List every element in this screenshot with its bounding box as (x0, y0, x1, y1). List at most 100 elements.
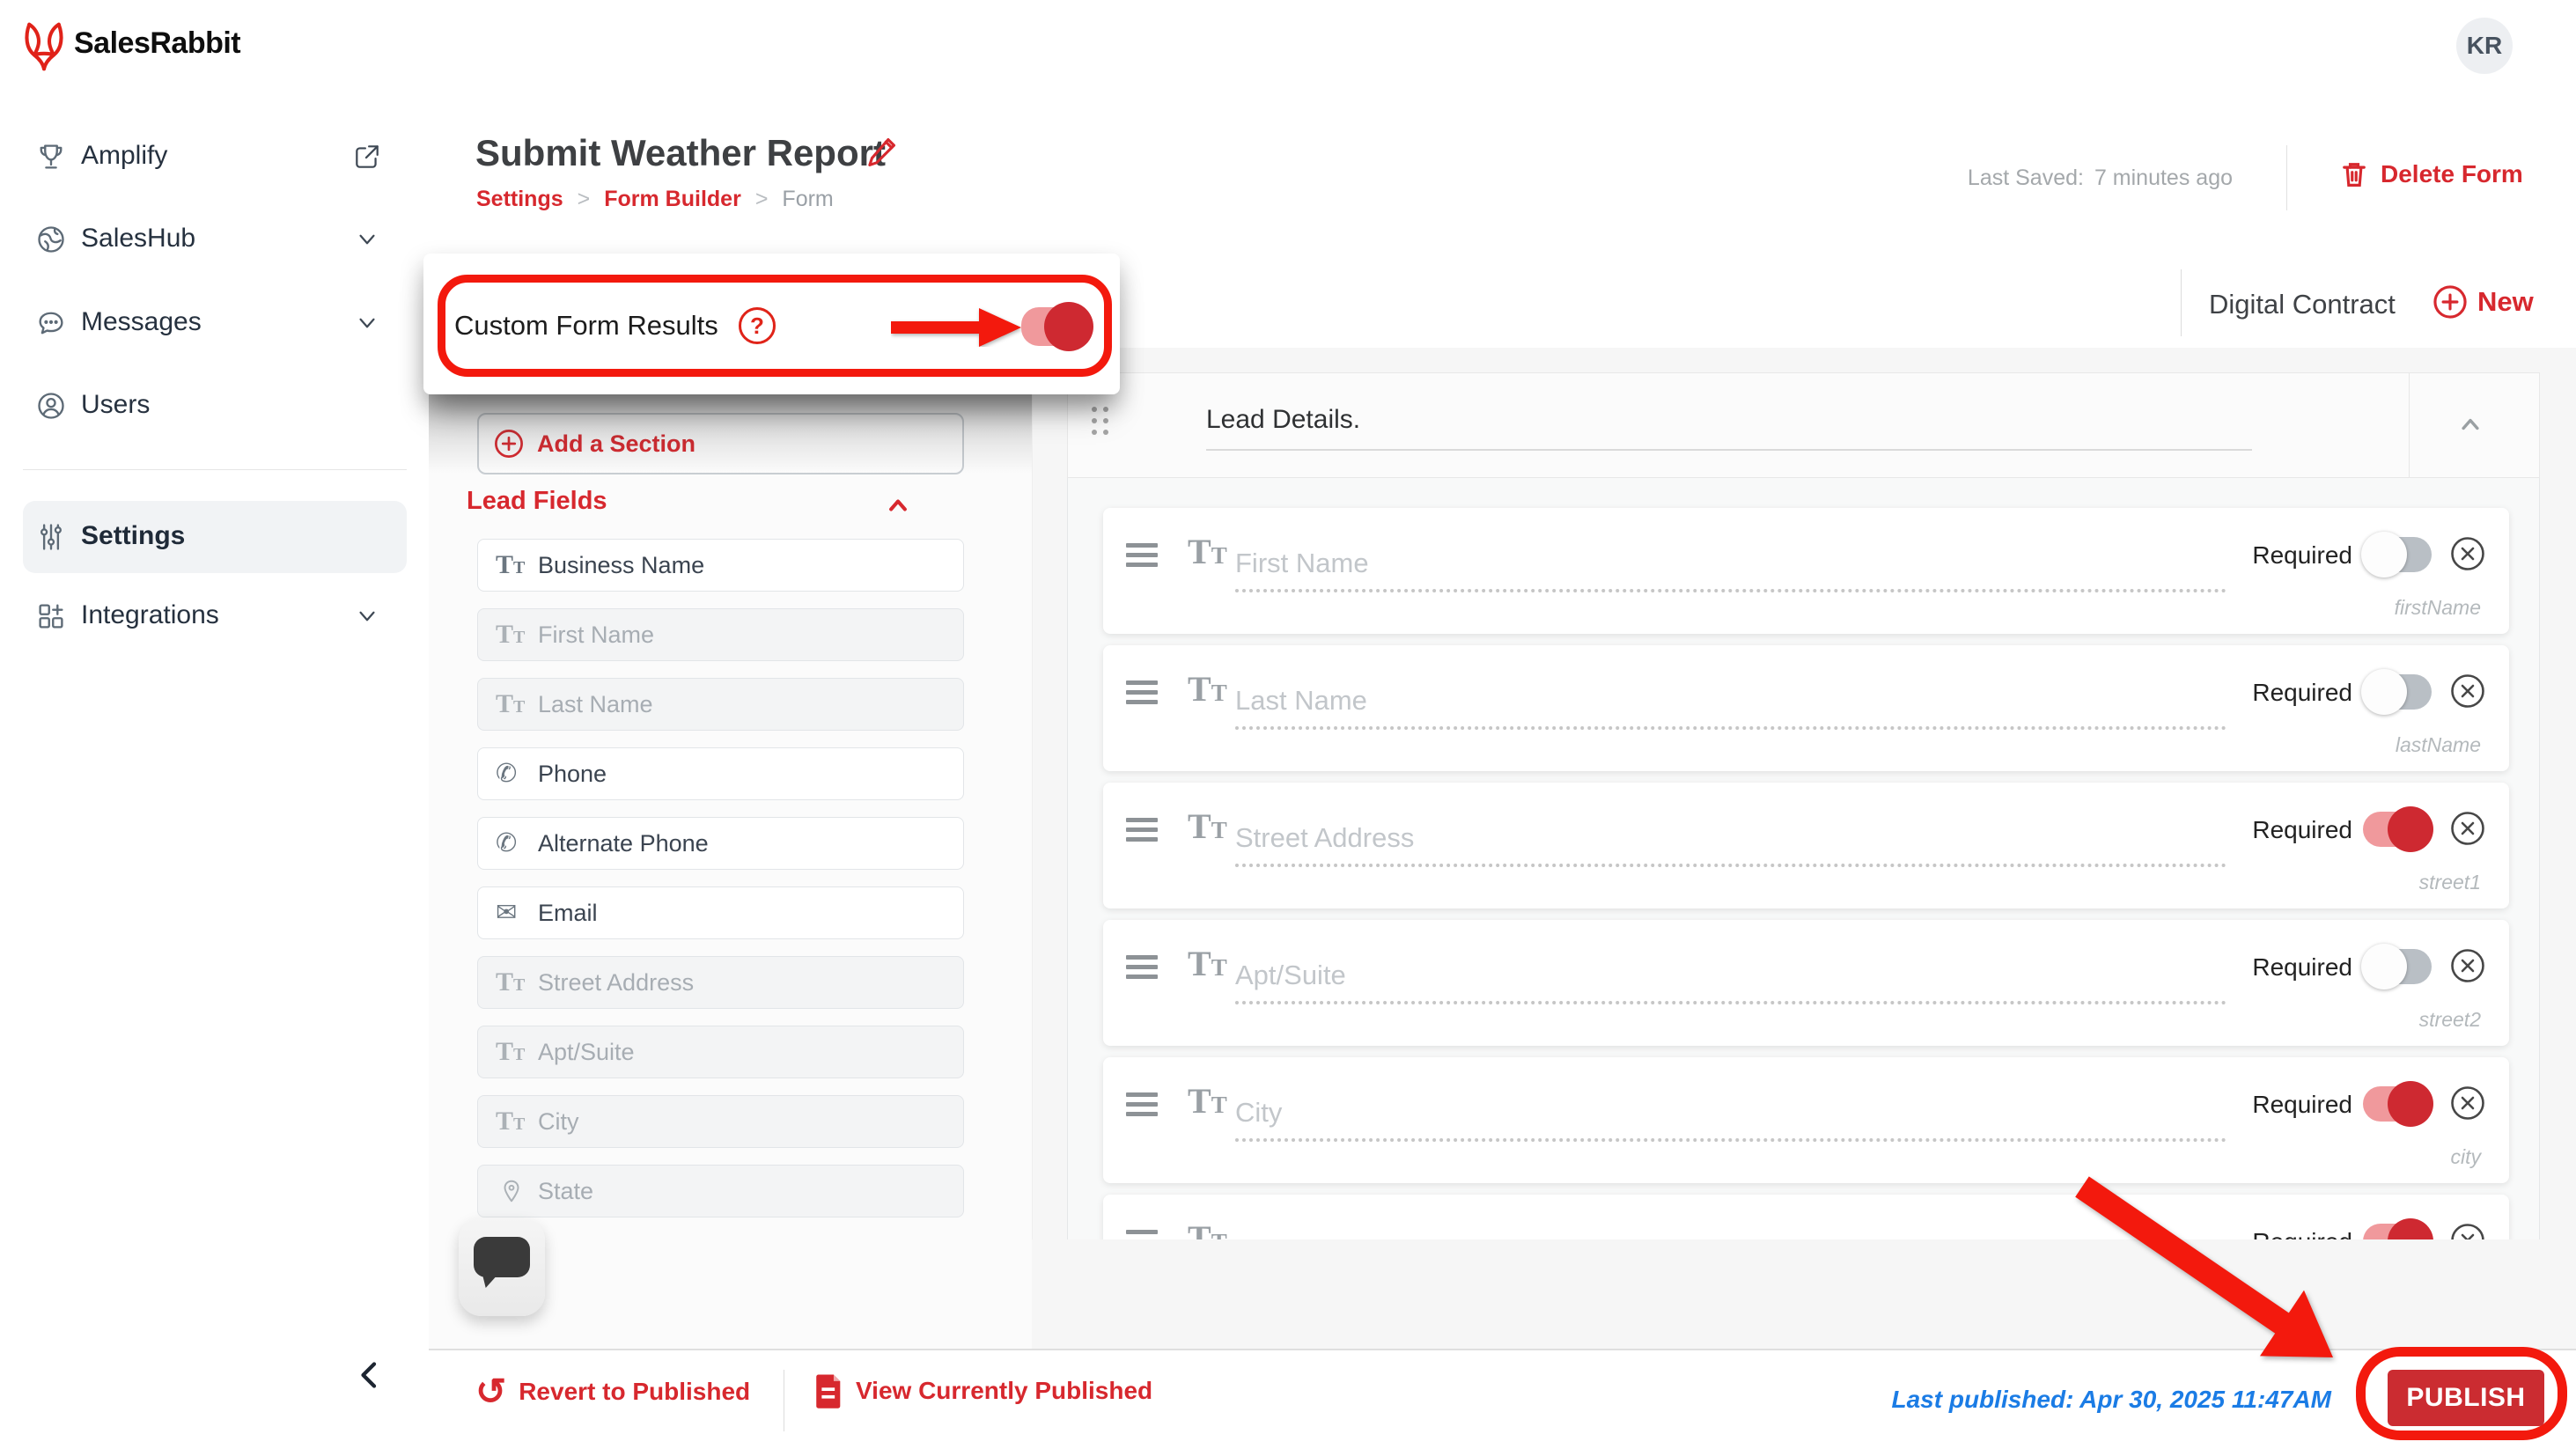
required-toggle[interactable] (2361, 944, 2432, 989)
drag-handle-icon[interactable] (1092, 407, 1108, 435)
remove-field-icon[interactable] (2449, 535, 2486, 572)
text-icon: TT (496, 1107, 526, 1136)
form-row-lastName: TT Last Name Required lastName (1103, 645, 2509, 771)
avatar[interactable]: KR (2456, 18, 2513, 74)
row-input-underline (1235, 864, 2226, 867)
required-toggle[interactable] (2361, 669, 2432, 715)
field-item-business-name[interactable]: TT Business Name (477, 539, 964, 592)
header-divider (2286, 145, 2287, 210)
drag-handle-icon[interactable] (1126, 543, 1158, 572)
user-icon (35, 390, 67, 422)
row-placeholder[interactable]: Apt/Suite (1235, 960, 1346, 991)
field-item-label: Business Name (538, 552, 705, 578)
section-title[interactable]: Lead Details. (1206, 405, 1360, 435)
field-item-label: First Name (538, 622, 655, 648)
field-item-phone[interactable]: ✆ Phone (477, 747, 964, 800)
field-item-last-name: TT Last Name (477, 678, 964, 731)
required-toggle[interactable] (2363, 1081, 2433, 1127)
field-item-alternate-phone[interactable]: ✆ Alternate Phone (477, 817, 964, 870)
row-input-underline (1235, 1001, 2226, 1004)
chevron-down-icon[interactable] (352, 224, 382, 254)
text-icon: TT (496, 1037, 526, 1066)
sidebar-item-users[interactable]: Users (23, 370, 407, 442)
breadcrumb-settings[interactable]: Settings (476, 187, 563, 212)
drag-handle-icon[interactable] (1126, 680, 1158, 710)
field-item-street-address: TT Street Address (477, 956, 964, 1009)
row-placeholder[interactable]: City (1235, 1097, 1282, 1129)
app-root: SalesRabbit KR Amplify SalesHub Messages Us… (0, 0, 2576, 1449)
last-saved-label: Last Saved: (1967, 165, 2084, 190)
remove-field-icon[interactable] (2449, 947, 2486, 984)
field-item-label: Email (538, 900, 598, 926)
new-button[interactable]: New (2432, 283, 2534, 320)
sidebar-collapse-icon[interactable] (352, 1357, 387, 1393)
sidebar-item-label: Integrations (81, 600, 219, 629)
brand-title: SalesRabbit (74, 26, 241, 60)
required-label: Required (2252, 541, 2352, 569)
chevron-down-icon[interactable] (352, 601, 382, 631)
field-key-label: street1 (2418, 871, 2481, 894)
breadcrumb-form-builder[interactable]: Form Builder (604, 187, 741, 212)
required-label: Required (2252, 953, 2352, 981)
section-title-underline (1206, 449, 2252, 451)
drag-handle-icon[interactable] (1126, 955, 1158, 984)
text-icon: TT (496, 689, 526, 718)
rotate-ccw-icon: ↺ (475, 1371, 507, 1412)
pin-icon (498, 1178, 525, 1204)
plus-circle-icon (2433, 285, 2467, 319)
globe-icon (35, 224, 67, 255)
row-placeholder[interactable]: First Name (1235, 548, 1369, 579)
text-icon: TT (1188, 532, 1227, 571)
document-icon (816, 1374, 841, 1409)
text-icon: TT (496, 967, 526, 997)
custom-form-results-toggle[interactable] (1021, 302, 1093, 351)
text-icon: TT (1188, 1081, 1227, 1121)
add-section-label: Add a Section (537, 430, 696, 457)
sidebar-item-integrations[interactable]: Integrations (23, 580, 407, 652)
breadcrumb-separator-icon: > (577, 187, 591, 211)
drag-handle-icon[interactable] (1126, 1092, 1158, 1122)
field-item-state: State (477, 1165, 964, 1217)
required-label: Required (2252, 816, 2352, 843)
field-item-first-name: TT First Name (477, 608, 964, 661)
delete-form-button[interactable]: Delete Form (2338, 158, 2523, 190)
chevron-down-icon[interactable] (352, 308, 382, 338)
view-published-button[interactable]: View Currently Published (815, 1373, 1152, 1409)
row-input-underline (1235, 726, 2226, 730)
tabbar-divider (2181, 269, 2182, 336)
sidebar-item-amplify[interactable]: Amplify (23, 121, 407, 193)
help-icon[interactable]: ? (739, 307, 776, 344)
row-placeholder[interactable]: Street Address (1235, 822, 1414, 854)
chevron-up-icon[interactable] (2455, 408, 2486, 440)
remove-field-icon[interactable] (2449, 810, 2486, 847)
last-saved-value: 7 minutes ago (2094, 165, 2233, 190)
publish-button[interactable]: PUBLISH (2388, 1370, 2544, 1426)
remove-field-icon[interactable] (2449, 673, 2486, 710)
chat-icon (35, 307, 67, 339)
sidebar-item-messages[interactable]: Messages (23, 287, 407, 359)
revert-to-published-button[interactable]: ↺ Revert to Published (475, 1373, 750, 1410)
text-icon: TT (496, 550, 526, 579)
tab-digital-contract[interactable]: Digital Contract (2209, 289, 2396, 320)
drag-handle-icon[interactable] (1126, 818, 1158, 847)
required-label: Required (2252, 679, 2352, 706)
chat-widget-button[interactable] (459, 1217, 545, 1316)
delete-form-label: Delete Form (2381, 160, 2523, 188)
top-bar (0, 0, 2576, 96)
remove-field-icon[interactable] (2449, 1085, 2486, 1122)
sidebar-item-saleshub[interactable]: SalesHub (23, 203, 407, 276)
row-placeholder[interactable]: Last Name (1235, 685, 1367, 717)
breadcrumb-form: Form (782, 187, 834, 211)
breadcrumb-separator-icon: > (754, 187, 769, 211)
required-toggle[interactable] (2361, 532, 2432, 577)
sidebar-item-settings[interactable]: Settings (23, 501, 407, 573)
chevron-up-icon[interactable] (882, 489, 914, 521)
field-key-label: city (2450, 1145, 2482, 1168)
sidebar-item-label: Messages (81, 307, 202, 336)
content-cutoff (1032, 1239, 2576, 1349)
text-icon: TT (1188, 669, 1227, 709)
field-item-email[interactable]: ✉ Email (477, 886, 964, 939)
edit-title-icon[interactable] (863, 134, 900, 171)
required-toggle[interactable] (2363, 806, 2433, 852)
add-section-button[interactable]: Add a Section (477, 413, 964, 474)
